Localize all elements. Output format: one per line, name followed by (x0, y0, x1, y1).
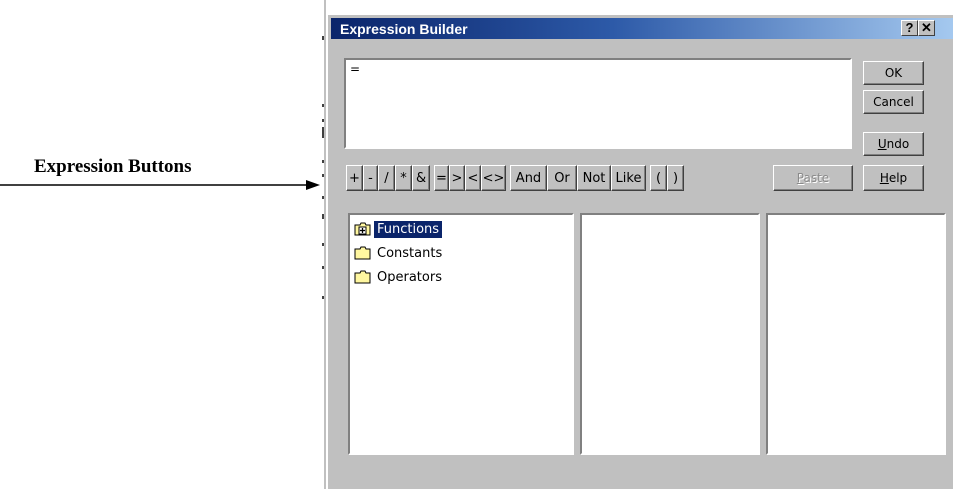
operator-not-equal-button[interactable]: <> (481, 165, 506, 191)
question-mark-icon: ? (905, 20, 914, 35)
paste-label-rest: aste (803, 171, 830, 185)
operator-like-button[interactable]: Like (611, 165, 646, 191)
ok-button[interactable]: OK (863, 61, 924, 85)
expression-box[interactable]: = (344, 58, 852, 149)
undo-button[interactable]: Undo (863, 132, 924, 156)
folder-plus-icon (354, 222, 371, 236)
categories-pane[interactable] (580, 213, 760, 455)
help-button-label: Help (880, 171, 907, 185)
expression-builder-dialog: Expression Builder ? ✕ = OK Cancel Undo … (327, 14, 953, 489)
operator-greater-button[interactable]: > (449, 165, 465, 191)
operator-and-button[interactable]: And (510, 165, 547, 191)
operator-minus-button[interactable]: - (363, 165, 378, 191)
operator-plus-button[interactable]: + (346, 165, 363, 191)
callout-arrow (0, 180, 320, 190)
operator-less-button[interactable]: < (465, 165, 481, 191)
paste-accelerator: P (796, 171, 804, 185)
cancel-button[interactable]: Cancel (863, 90, 924, 114)
title-bar[interactable]: Expression Builder ? ✕ (331, 18, 953, 39)
tree-item-label: Operators (377, 269, 442, 285)
tree-item-label: Functions (374, 220, 443, 238)
values-pane[interactable] (766, 213, 946, 455)
callout-label: Expression Buttons (34, 156, 192, 177)
tree-item-constants[interactable]: Constants (354, 243, 445, 263)
operator-divide-button[interactable]: / (378, 165, 395, 191)
paste-button[interactable]: Paste (773, 165, 853, 191)
operator-equals-button[interactable]: = (434, 165, 449, 191)
folder-icon (354, 270, 371, 284)
expression-text: = (350, 62, 361, 76)
undo-label-rest: ndo (886, 137, 910, 151)
operator-multiply-button[interactable]: * (395, 165, 412, 191)
ok-button-label: OK (884, 66, 903, 80)
undo-button-label: Undo (878, 137, 909, 151)
paste-button-label: Paste (797, 171, 829, 185)
tree-item-functions[interactable]: Functions (354, 219, 443, 239)
dialog-title: Expression Builder (340, 21, 468, 37)
operator-or-button[interactable]: Or (547, 165, 577, 191)
help-accelerator: H (879, 171, 889, 185)
operator-not-button[interactable]: Not (577, 165, 611, 191)
help-button[interactable]: Help (863, 165, 924, 191)
help-label-rest: elp (888, 171, 908, 185)
operator-concatenate-button[interactable]: & (412, 165, 430, 191)
undo-accelerator: U (877, 137, 887, 151)
close-icon: ✕ (921, 20, 932, 35)
operator-open-paren-button[interactable]: ( (650, 165, 667, 191)
operator-button-bar: + - / * & = > < <> And Or Not Like ( ) (346, 165, 684, 191)
tree-item-operators[interactable]: Operators (354, 267, 445, 287)
operator-close-paren-button[interactable]: ) (667, 165, 684, 191)
cancel-button-label: Cancel (873, 95, 914, 109)
tree-item-label: Constants (377, 245, 443, 261)
folder-icon (354, 246, 371, 260)
help-title-button[interactable]: ? (901, 20, 918, 36)
elements-tree-pane[interactable]: Functions Constants Operators (348, 213, 574, 455)
close-title-button[interactable]: ✕ (918, 20, 935, 36)
